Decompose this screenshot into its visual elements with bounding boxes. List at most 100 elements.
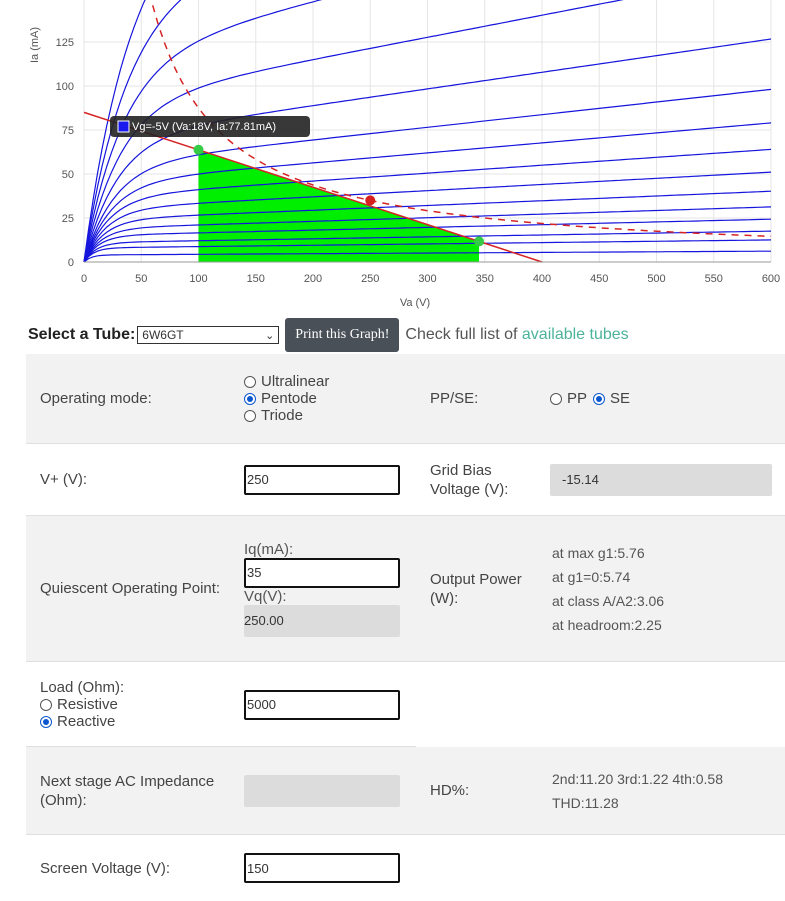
x-tick-label: 150 [247,273,265,285]
row-vplus: V+ (V): 250 Grid Bias Voltage (V): -15.1… [26,444,785,516]
vplus-input[interactable]: 250 [244,464,400,495]
power-max-g1: at max g1:5.76 [552,544,645,561]
radio-pp-icon [550,392,562,405]
y-tick-label: 50 [62,169,74,181]
x-tick-label: 500 [647,273,665,285]
radio-pp-label: PP [567,390,588,407]
x-tick-label: 0 [81,273,87,285]
iq-label: Iq(mA): [244,540,294,558]
operating-mode-radios: Ultralinear Pentode Triode [230,354,416,443]
row-next-stage: Next stage AC Impedance (Ohm): HD%: 2nd:… [26,747,785,835]
swing-end-point [474,236,485,247]
radio-ultralinear-label: Ultralinear [261,373,330,390]
power-class-a: at class A/A2:3.06 [552,592,665,609]
radio-triode-label: Triode [261,407,303,424]
x-tick-label: 50 [135,273,147,285]
radio-ultralinear[interactable]: Ultralinear [244,373,416,390]
output-power-label: Output Power (W): [430,570,522,607]
y-tick-label: 25 [62,213,74,225]
chart-tooltip: Vg=-5V (Va:18V, Ia:77.81mA) [110,116,310,137]
next-stage-cell [230,747,416,834]
load-label: Load (Ohm): [40,679,125,696]
chevron-down-icon: ⌄ [265,329,275,342]
vplus-label: V+ (V): [40,471,88,488]
quiescent-label: Quiescent Operating Point: [40,580,221,597]
power-headroom: at headroom:2.25 [552,616,662,633]
radio-resistive-icon [40,698,52,711]
available-tubes-link[interactable]: available tubes [522,326,629,343]
hd-thd: THD:11.28 [552,794,619,811]
hd-label: HD%: [430,782,470,799]
load-cell-label: Load (Ohm): Resistive Reactive [26,662,230,747]
radio-reactive-icon [40,715,52,728]
load-cell: 5000 [230,662,416,747]
tube-select[interactable]: 6W6GT ⌄ [137,326,280,344]
radio-pentode[interactable]: Pentode [244,390,416,407]
tooltip-text: Vg=-5V (Va:18V, Ia:77.81mA) [132,121,276,133]
radio-ultralinear-icon [244,375,256,388]
quiescent-cell: Iq(mA): 35 Vq(V): 250.00 [230,516,416,661]
grid-bias-label: Grid Bias Voltage (V): [430,461,509,498]
radio-reactive-label: Reactive [57,713,116,730]
settings-table: Operating mode: Ultralinear Pentode Trio… [26,354,785,901]
y-tick-label: 100 [56,81,74,93]
print-graph-button[interactable]: Print this Graph! [285,318,400,352]
x-axis-label: Va (V) [400,297,430,309]
radio-triode-icon [244,409,256,422]
grid-bias-output: -15.14 [550,463,772,496]
next-stage-input [244,774,400,807]
row-operating-mode: Operating mode: Ultralinear Pentode Trio… [26,354,785,444]
tube-selector-row: Select a Tube: 6W6GT ⌄ Print this Graph!… [28,317,785,353]
x-tick-label: 350 [476,273,494,285]
radio-pentode-label: Pentode [261,390,317,407]
x-tick-label: 100 [189,273,207,285]
iq-input[interactable]: 35 [244,557,400,588]
next-stage-label: Next stage AC Impedance (Ohm): [40,772,215,809]
x-tick-label: 300 [418,273,436,285]
operating-point [365,195,376,206]
plate-curve-chart: 0 25 50 75 100 125 0 50 100 150 200 250 300 350 400 450… [29,0,780,309]
hd-values: 2nd:11.20 3rd:1.22 4th:0.58 THD:11.28 [532,747,785,834]
radio-se-label: SE [610,390,631,407]
grid-bias-cell: -15.14 [532,444,785,515]
screen-voltage-label: Screen Voltage (V): [40,859,171,877]
select-tube-label: Select a Tube: [28,326,136,343]
hd-harmonics: 2nd:11.20 3rd:1.22 4th:0.58 [552,770,723,787]
vplus-cell: 250 [230,444,416,515]
swing-start-point [193,144,204,155]
screen-voltage-input[interactable]: 150 [244,853,400,883]
y-tick-label: 0 [68,257,74,269]
operating-mode-label: Operating mode: [40,390,152,407]
radio-pp[interactable]: PP [550,390,587,407]
load-input[interactable]: 5000 [244,689,400,720]
vq-output: 250.00 [244,604,400,637]
tube-select-value: 6W6GT [142,328,184,342]
x-tick-label: 450 [590,273,608,285]
x-tick-label: 550 [705,273,723,285]
radio-reactive[interactable]: Reactive [40,713,115,730]
row-load: Load (Ohm): Resistive Reactive 5000 [26,662,785,747]
x-tick-label: 400 [533,273,551,285]
power-g1-zero: at g1=0:5.74 [552,568,631,585]
y-axis-label: Ia (mA) [29,27,41,63]
y-tick-label: 75 [62,125,74,137]
screen-voltage-cell: 150 [230,835,416,901]
radio-se-icon [593,392,606,405]
radio-triode[interactable]: Triode [244,407,416,424]
row-quiescent: Quiescent Operating Point: Iq(mA): 35 Vq… [26,516,785,662]
y-tick-label: 125 [56,37,74,49]
radio-resistive-label: Resistive [57,696,118,713]
check-list-prefix: Check full list of [405,326,518,343]
radio-pentode-icon [244,392,256,405]
radio-se[interactable]: SE [593,390,630,407]
x-tick-label: 600 [762,273,780,285]
vq-label: Vq(V): [244,587,287,605]
x-tick-label: 250 [361,273,379,285]
pp-se-label: PP/SE: [430,390,479,407]
check-list-text: Check full list of available tubes [405,326,628,344]
pp-se-radios: PP SE [532,354,785,443]
output-power-values: at max g1:5.76 at g1=0:5.74 at class A/A… [532,516,785,661]
x-tick-label: 200 [304,273,322,285]
row-screen-voltage: Screen Voltage (V): 150 [26,835,785,901]
radio-resistive[interactable]: Resistive [40,696,118,713]
